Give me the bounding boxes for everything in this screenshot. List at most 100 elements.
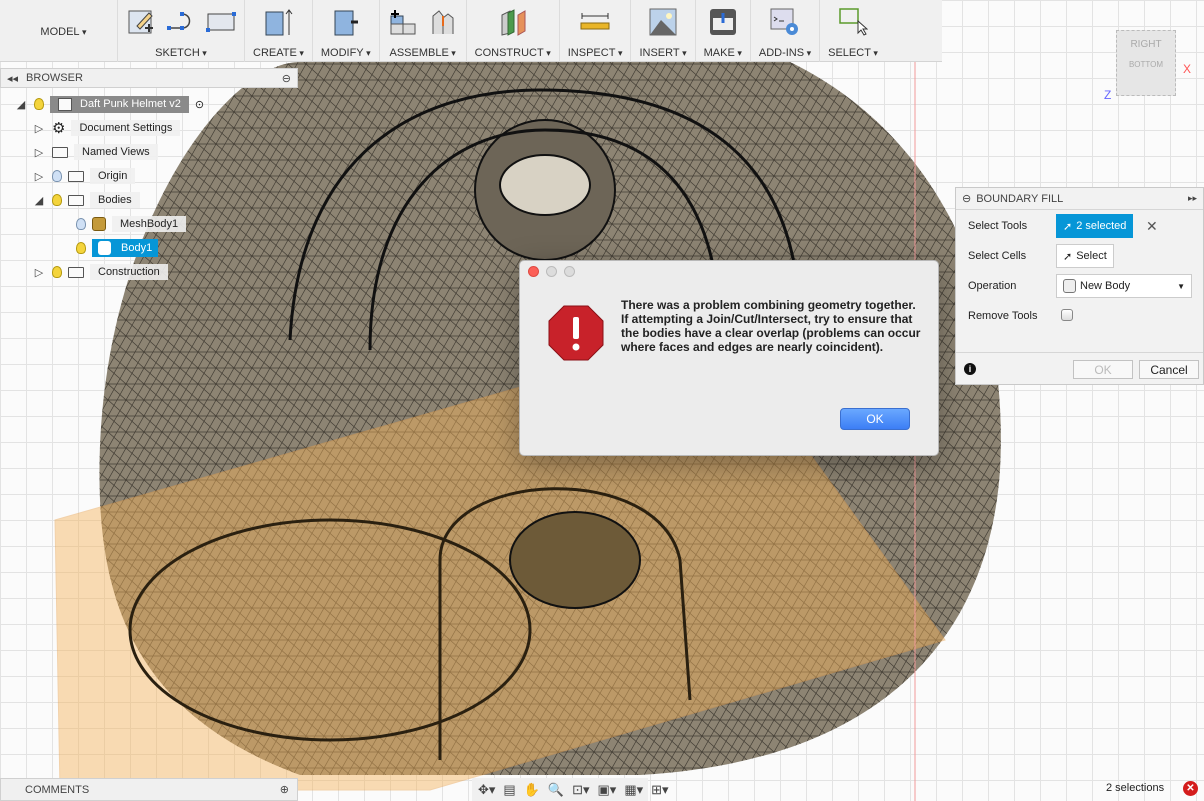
grid-icon[interactable]: ▦▾: [624, 782, 643, 798]
cancel-button[interactable]: Cancel: [1139, 360, 1199, 379]
collapse-browser-icon[interactable]: ◂◂: [7, 72, 18, 85]
viewcube-face-right[interactable]: RIGHT: [1117, 39, 1175, 50]
toolbar-group-assemble[interactable]: ASSEMBLE: [380, 0, 467, 62]
toolbar-group-modify[interactable]: MODIFY: [313, 0, 380, 62]
toolbar-group-select[interactable]: SELECT: [820, 0, 886, 62]
sketch-create-icon[interactable]: [126, 7, 156, 37]
minimize-window-button[interactable]: [546, 265, 557, 277]
toolbar-group-insert[interactable]: INSERT: [631, 0, 696, 62]
remove-tools-checkbox[interactable]: [1061, 309, 1073, 321]
select-menu[interactable]: SELECT: [828, 47, 878, 59]
viewports-icon[interactable]: ⊞▾: [651, 782, 668, 798]
collapse-panel-icon[interactable]: ⊖: [962, 192, 971, 205]
ok-button[interactable]: OK: [840, 408, 910, 430]
visibility-bulb-icon[interactable]: [52, 266, 62, 278]
viewcube-face-bottom[interactable]: BOTTOM: [1117, 60, 1175, 69]
display-settings-icon[interactable]: ▣▾: [598, 782, 617, 798]
workspace-switcher[interactable]: MODEL: [0, 0, 118, 62]
expand-triangle-icon[interactable]: ▷: [32, 170, 46, 183]
pan-hand-icon[interactable]: ✋: [524, 782, 540, 798]
tree-root[interactable]: ◢ Daft Punk Helmet v2 ⊙: [14, 94, 204, 114]
view-cube[interactable]: RIGHT BOTTOM: [1116, 30, 1176, 96]
visibility-bulb-icon[interactable]: [52, 194, 62, 206]
folder-icon: [68, 170, 84, 182]
item-label: Named Views: [74, 144, 158, 160]
root-label: Daft Punk Helmet v2: [80, 98, 181, 110]
measure-icon[interactable]: [580, 7, 610, 37]
new-body-icon: [1063, 279, 1076, 293]
orbit-icon[interactable]: ✥▾: [478, 782, 495, 798]
select-cells-button[interactable]: ➚ Select: [1056, 244, 1114, 268]
look-at-icon[interactable]: ▤: [503, 782, 515, 798]
press-pull-icon[interactable]: [331, 7, 361, 37]
add-comment-icon[interactable]: ⊕: [280, 783, 289, 796]
toolbar-group-make[interactable]: MAKE: [696, 0, 751, 62]
tree-item-meshbody1[interactable]: MeshBody1: [76, 214, 187, 234]
inspect-menu[interactable]: INSPECT: [568, 47, 623, 59]
comments-panel[interactable]: COMMENTS ⊕: [0, 778, 298, 801]
create-menu[interactable]: CREATE: [253, 47, 304, 59]
toolbar-group-inspect[interactable]: INSPECT: [560, 0, 632, 62]
joint-icon[interactable]: [428, 7, 458, 37]
close-window-button[interactable]: [528, 265, 539, 277]
fit-icon[interactable]: ⊡▾: [572, 782, 589, 798]
workspace-label: MODEL: [40, 26, 86, 38]
extrude-icon[interactable]: [263, 7, 293, 37]
info-icon[interactable]: i: [964, 363, 976, 375]
toolbar-group-construct[interactable]: CONSTRUCT: [467, 0, 560, 62]
zoom-icon[interactable]: 🔍: [548, 782, 564, 798]
assemble-menu[interactable]: ASSEMBLE: [389, 47, 455, 59]
tree-item-origin[interactable]: ▷ Origin: [32, 166, 136, 186]
error-message: There was a problem combining geometry t…: [621, 298, 921, 354]
rectangle-icon[interactable]: [206, 7, 236, 37]
expand-panel-icon[interactable]: ▸▸: [1188, 193, 1197, 204]
offset-plane-icon[interactable]: [498, 7, 528, 37]
add-ins-menu[interactable]: ADD-INS: [759, 47, 811, 59]
construct-menu[interactable]: CONSTRUCT: [475, 47, 551, 59]
toolbar-group-add-ins[interactable]: ADD-INS: [751, 0, 821, 62]
toolbar-group-sketch[interactable]: SKETCH: [118, 0, 245, 62]
browser-title: BROWSER: [26, 72, 83, 84]
visibility-bulb-icon[interactable]: [76, 242, 86, 254]
browser-pin-icon[interactable]: ⊖: [282, 72, 291, 85]
spline-icon[interactable]: [166, 7, 196, 37]
modify-menu[interactable]: MODIFY: [321, 47, 371, 59]
cursor-icon: ➚: [1063, 250, 1073, 263]
new-component-icon[interactable]: [388, 7, 418, 37]
select-window-icon[interactable]: [838, 7, 869, 37]
sketch-menu[interactable]: SKETCH: [155, 47, 207, 59]
item-label: Document Settings: [71, 120, 181, 136]
expand-triangle-icon[interactable]: ▷: [32, 266, 46, 279]
folder-icon: [52, 146, 68, 158]
operation-dropdown[interactable]: New Body ▼: [1056, 274, 1192, 298]
clear-selections-icon[interactable]: ✕: [1183, 781, 1198, 796]
cursor-icon: ➚: [1063, 220, 1073, 233]
item-label: Body1: [121, 242, 153, 254]
tree-item-bodies[interactable]: ◢ Bodies: [32, 190, 140, 210]
zoom-window-button[interactable]: [564, 265, 575, 277]
tree-item-body1[interactable]: Body1: [76, 238, 159, 258]
3d-print-icon[interactable]: [708, 7, 738, 37]
expand-triangle-icon[interactable]: ▷: [32, 146, 46, 159]
expand-triangle-icon[interactable]: ▷: [32, 122, 46, 135]
visibility-bulb-icon[interactable]: [52, 170, 62, 182]
tree-item-named-views[interactable]: ▷ Named Views: [32, 142, 158, 162]
tree-item-construction[interactable]: ▷ Construction: [32, 262, 168, 282]
activate-radio-icon[interactable]: ⊙: [195, 98, 204, 111]
component-icon: [58, 97, 72, 111]
collapse-triangle-icon[interactable]: ◢: [32, 194, 46, 207]
select-cells-label: Select Cells: [968, 250, 1027, 262]
toolbar-group-create[interactable]: CREATE: [245, 0, 313, 62]
ok-button-disabled: OK: [1073, 360, 1133, 379]
make-menu[interactable]: MAKE: [704, 47, 742, 59]
select-tools-button[interactable]: ➚ 2 selected: [1056, 214, 1134, 238]
visibility-bulb-icon[interactable]: [34, 98, 44, 110]
insert-menu[interactable]: INSERT: [639, 47, 686, 59]
clear-selection-icon[interactable]: ✕: [1146, 218, 1158, 235]
item-label: Bodies: [90, 192, 140, 208]
tree-item-document-settings[interactable]: ▷ ⚙ Document Settings: [32, 118, 181, 138]
scripts-icon[interactable]: [770, 7, 800, 37]
collapse-triangle-icon[interactable]: ◢: [14, 98, 28, 111]
visibility-bulb-icon[interactable]: [76, 218, 86, 230]
insert-image-icon[interactable]: [648, 7, 678, 37]
